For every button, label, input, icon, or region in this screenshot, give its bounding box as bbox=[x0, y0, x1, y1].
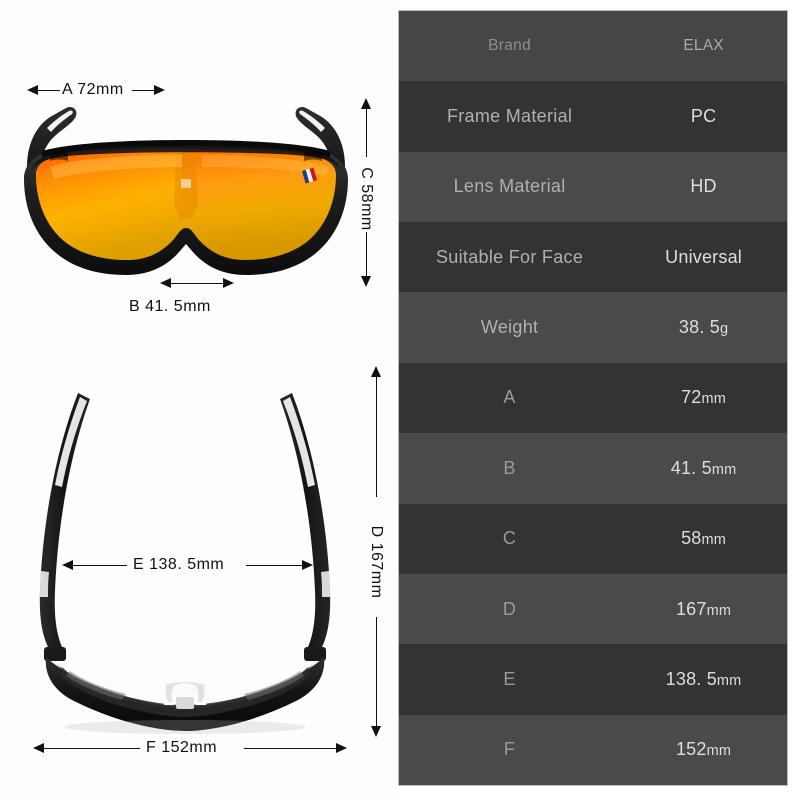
spec-label: F bbox=[503, 739, 516, 760]
spec-value: HD bbox=[620, 176, 787, 197]
spec-row: Suitable For Face Universal bbox=[399, 222, 787, 293]
diagram-panel: A 72mm B 41. 5mm C 58mm E 138. 5mm F 152… bbox=[0, 0, 396, 800]
spec-value-unit: mm bbox=[701, 532, 727, 549]
dimension-e-line-right bbox=[246, 564, 302, 566]
dimension-b-arrow-right bbox=[223, 278, 234, 288]
dimension-d-line-top bbox=[375, 377, 377, 497]
spec-value: 38. 5g bbox=[620, 317, 787, 338]
dimension-f-arrow-right bbox=[336, 743, 347, 753]
spec-value-unit: mm bbox=[711, 461, 737, 478]
dimension-c-line-top bbox=[365, 109, 367, 157]
spec-label: Suitable For Face bbox=[435, 246, 584, 267]
spec-value-unit: g bbox=[719, 321, 729, 338]
dimension-a-label: A 72mm bbox=[62, 81, 124, 98]
spec-value: Universal bbox=[620, 247, 787, 268]
spec-value-number: ELAX bbox=[683, 37, 724, 55]
dimension-f-line-right bbox=[244, 747, 336, 749]
dimension-c-line-bottom bbox=[365, 232, 367, 276]
spec-row: Weight 38. 5g bbox=[399, 292, 787, 363]
dimension-e-line-left bbox=[73, 564, 127, 566]
dimension-f-label: F 152mm bbox=[146, 739, 218, 756]
sunglasses-front-view bbox=[24, 106, 348, 275]
dimension-a-arrow-left bbox=[27, 85, 38, 95]
spec-value: 152mm bbox=[620, 739, 787, 760]
dimension-e-label: E 138. 5mm bbox=[133, 556, 225, 573]
dimension-e-arrow-left bbox=[62, 560, 73, 570]
spec-value-number: PC bbox=[690, 106, 717, 127]
spec-value: PC bbox=[620, 106, 787, 127]
spec-label: Frame Material bbox=[446, 106, 573, 127]
spec-value-number: 152 bbox=[675, 739, 707, 760]
spec-row: D 167mm bbox=[399, 573, 787, 645]
spec-value-number: 38. 5 bbox=[678, 317, 720, 338]
spec-label: D bbox=[502, 598, 517, 619]
spec-value-unit: mm bbox=[706, 602, 732, 619]
spec-label: C bbox=[502, 528, 517, 549]
spec-value: 41. 5mm bbox=[620, 458, 787, 479]
dimension-c-arrow-up bbox=[361, 98, 371, 109]
spec-value-number: 41. 5 bbox=[670, 457, 712, 478]
dimension-a-line-left bbox=[38, 89, 60, 91]
dimension-b-line bbox=[171, 282, 223, 284]
dimension-a-arrow-right bbox=[154, 85, 165, 95]
spec-value-number: 58 bbox=[681, 528, 702, 549]
spec-value-number: Universal bbox=[665, 246, 742, 267]
dimension-c-label: C 58mm bbox=[358, 167, 375, 231]
dimension-f-line-left bbox=[44, 747, 140, 749]
dimension-d-label: D 167mm bbox=[368, 525, 385, 599]
spec-label: Brand bbox=[488, 37, 532, 55]
spec-row: Lens Material HD bbox=[399, 151, 787, 223]
spec-label: E bbox=[503, 668, 516, 689]
spec-row: C 58mm bbox=[399, 503, 787, 574]
spec-label: A bbox=[503, 387, 516, 408]
spec-value-unit: mm bbox=[716, 672, 742, 689]
spec-label: Lens Material bbox=[453, 176, 566, 197]
spec-row: Brand ELAX bbox=[399, 11, 787, 82]
spec-value: 138. 5mm bbox=[620, 669, 787, 690]
dimension-b-arrow-left bbox=[160, 278, 171, 288]
spec-value-unit: mm bbox=[706, 743, 732, 760]
dimension-d-line-bottom bbox=[375, 617, 377, 726]
spec-row: B 41. 5mm bbox=[399, 433, 787, 504]
spec-value-number: 138. 5 bbox=[665, 668, 717, 689]
spec-value-number: HD bbox=[690, 176, 717, 197]
dimension-d-arrow-up bbox=[371, 366, 381, 377]
dimension-d-arrow-down bbox=[371, 726, 381, 737]
dimension-c-arrow-down bbox=[361, 276, 371, 287]
dimension-b-label: B 41. 5mm bbox=[129, 298, 211, 315]
spec-value: ELAX bbox=[620, 37, 787, 55]
spec-row: Frame Material PC bbox=[399, 81, 787, 152]
spec-value: 58mm bbox=[620, 528, 787, 549]
spec-label: Weight bbox=[480, 317, 539, 338]
spec-table: Brand ELAX Frame Material PC Lens Material HD… bbox=[398, 10, 788, 786]
spec-value: 167mm bbox=[620, 599, 787, 620]
spec-row: A 72mm bbox=[399, 362, 787, 434]
dimension-a-line-right bbox=[132, 89, 154, 91]
dimension-e-arrow-right bbox=[302, 560, 313, 570]
spec-label: B bbox=[503, 457, 516, 478]
product-spec-image: A 72mm B 41. 5mm C 58mm E 138. 5mm F 152… bbox=[0, 0, 800, 800]
spec-value: 72mm bbox=[620, 387, 787, 408]
spec-value-number: 72 bbox=[681, 387, 702, 408]
spec-value-number: 167 bbox=[675, 598, 707, 619]
dimension-f-arrow-left bbox=[33, 743, 44, 753]
spec-value-unit: mm bbox=[701, 391, 727, 408]
spec-row: F 152mm bbox=[399, 714, 787, 785]
spec-row: E 138. 5mm bbox=[399, 644, 787, 715]
